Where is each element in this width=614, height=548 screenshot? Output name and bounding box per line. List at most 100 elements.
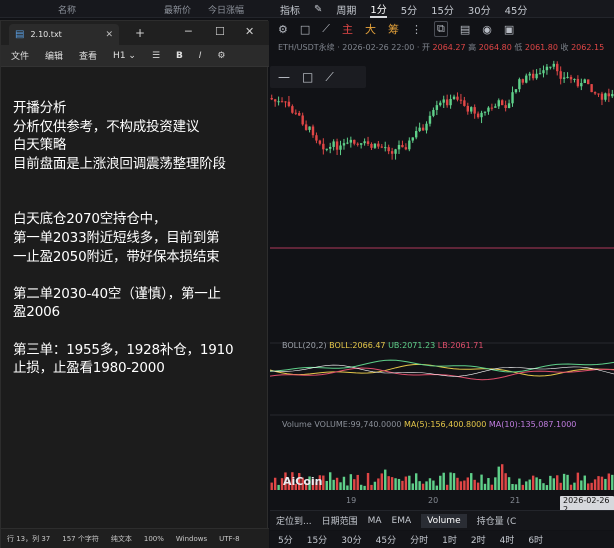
symbol-label: ETH/USDT永续 · 2026-02-26 22:00 · 开 xyxy=(278,43,430,52)
boll-line xyxy=(270,367,614,381)
window-icon[interactable]: ▣ xyxy=(504,23,514,36)
settings-icon[interactable]: ⚙ xyxy=(278,23,288,36)
timeframe-1m[interactable]: 1分 xyxy=(370,1,387,18)
layout-icon[interactable]: ▤ xyxy=(460,23,470,36)
period-timeshare[interactable]: 分时 xyxy=(410,533,428,546)
candle-body xyxy=(452,96,456,99)
encoding[interactable]: UTF-8 xyxy=(219,535,239,543)
menu-file[interactable]: 文件 xyxy=(11,49,29,62)
draw-icon[interactable]: ✎ xyxy=(314,4,322,15)
volume-bar xyxy=(432,480,435,490)
maximize-icon[interactable]: ☐ xyxy=(215,25,225,38)
camera-icon[interactable]: ◉ xyxy=(482,23,492,36)
notepad-text-area[interactable]: 开播分析 分析仅供参考，不构成投资建议 白天策略 目前盘面是上涨浪回调震荡整理阶… xyxy=(13,99,269,378)
volume-bar xyxy=(600,476,604,490)
volume-bar xyxy=(566,474,569,490)
volume-bar xyxy=(556,475,559,490)
period-4h[interactable]: 4时 xyxy=(500,533,515,546)
candle-body xyxy=(552,63,556,67)
candle-body xyxy=(335,141,339,150)
candle-body xyxy=(459,99,463,101)
period-15m[interactable]: 15分 xyxy=(307,533,327,546)
volume-bar xyxy=(521,484,525,490)
volume-button[interactable]: Volume xyxy=(421,513,467,528)
period-1h[interactable]: 1时 xyxy=(442,533,457,546)
square-icon[interactable]: □ xyxy=(302,70,313,84)
period-6h[interactable]: 6时 xyxy=(528,533,543,546)
candle-body xyxy=(494,106,497,108)
new-tab-button[interactable]: + xyxy=(135,26,145,40)
timeframe-30m[interactable]: 30分 xyxy=(468,2,491,17)
candle-body xyxy=(549,66,552,68)
locate-button[interactable]: 定位到... xyxy=(276,514,312,527)
line-ending[interactable]: Windows xyxy=(176,535,207,543)
volume-bar xyxy=(545,485,549,490)
volume-bar xyxy=(418,481,421,490)
period-2h[interactable]: 2时 xyxy=(471,533,486,546)
format-indicator[interactable]: 纯文本 xyxy=(111,534,132,544)
list-icon[interactable]: ☰ xyxy=(152,51,160,61)
period-bar: 5分 15分 30分 45分 分时 1时 2时 4时 6时 xyxy=(270,531,614,548)
volume-bar xyxy=(346,485,349,490)
menu-view[interactable]: 查看 xyxy=(79,49,97,62)
timeframe-45m[interactable]: 45分 xyxy=(505,2,528,17)
notepad-titlebar[interactable]: ▤ 2.10.txt ✕ + ─ ☐ ✕ xyxy=(1,21,269,45)
volume-name[interactable]: Volume xyxy=(282,420,312,429)
latest-price-column-header[interactable]: 最新价 xyxy=(164,3,191,16)
volume-bar xyxy=(373,481,377,490)
volume-bar xyxy=(411,483,414,490)
copy-icon[interactable]: ⧉ xyxy=(433,21,448,37)
boll-name[interactable]: BOLL(20,2) xyxy=(282,341,327,350)
rectangle-icon[interactable]: □ xyxy=(300,23,310,36)
menu-edit[interactable]: 编辑 xyxy=(45,49,63,62)
candle-body xyxy=(566,76,569,78)
chip-button[interactable]: 筹 xyxy=(388,21,399,37)
candle-body xyxy=(328,146,332,149)
close-value: 2062.15 xyxy=(571,43,605,52)
candle-body xyxy=(593,92,597,94)
timeframe-5m[interactable]: 5分 xyxy=(401,2,417,17)
main-chart-button[interactable]: 主 xyxy=(342,21,353,37)
bold-button[interactable]: B xyxy=(176,51,183,61)
date-range-button[interactable]: 日期范围 xyxy=(322,514,358,527)
settings-icon[interactable]: ⚙ xyxy=(217,51,225,61)
ma-button[interactable]: MA xyxy=(368,516,382,526)
candle-body xyxy=(528,73,531,76)
period-5m[interactable]: 5分 xyxy=(278,533,293,546)
large-order-button[interactable]: 大 xyxy=(365,21,376,37)
minus-icon[interactable]: — xyxy=(278,70,290,84)
italic-icon[interactable]: 𝐼 xyxy=(199,51,202,61)
volume-bar xyxy=(590,482,593,490)
name-column-header[interactable]: 名称 xyxy=(58,3,76,16)
period-30m[interactable]: 30分 xyxy=(341,533,361,546)
more-icon[interactable]: ⋮ xyxy=(411,23,422,36)
zoom-level[interactable]: 100% xyxy=(144,535,164,543)
heading-dropdown[interactable]: H1 ⌄ xyxy=(113,51,136,61)
notepad-menubar: 文件 编辑 查看 H1 ⌄ ☰ B 𝐼 ⚙ xyxy=(1,45,269,67)
volume-bar xyxy=(538,479,542,490)
volume-ma5: MA(5):156,400.8000 xyxy=(403,420,487,429)
line-tool-icon[interactable]: ⟋ xyxy=(322,22,330,36)
timeframe-15m[interactable]: 15分 xyxy=(431,2,454,17)
tab-file[interactable]: ▤ 2.10.txt ✕ xyxy=(9,24,119,45)
open-interest-button[interactable]: 持仓量 (C xyxy=(477,514,517,527)
today-change-column-header[interactable]: 今日涨幅 xyxy=(208,3,244,16)
close-window-icon[interactable]: ✕ xyxy=(245,25,254,38)
period-menu[interactable]: 周期 xyxy=(336,2,356,17)
volume-bar xyxy=(476,482,480,490)
diagonal-line-icon[interactable]: ⟋ xyxy=(325,70,333,85)
indicator-menu[interactable]: 指标 xyxy=(280,2,300,17)
candle-body xyxy=(480,112,483,118)
candle-body xyxy=(425,123,428,131)
candle-body xyxy=(353,139,356,144)
close-tab-icon[interactable]: ✕ xyxy=(105,30,113,40)
candle-body xyxy=(359,143,363,145)
candle-body xyxy=(390,151,394,154)
candle-body xyxy=(280,101,284,103)
volume-bar xyxy=(459,481,463,490)
ema-button[interactable]: EMA xyxy=(392,516,412,526)
candle-body xyxy=(325,148,328,150)
period-45m[interactable]: 45分 xyxy=(376,533,396,546)
volume-bar xyxy=(525,481,528,490)
minimize-icon[interactable]: ─ xyxy=(185,25,192,38)
